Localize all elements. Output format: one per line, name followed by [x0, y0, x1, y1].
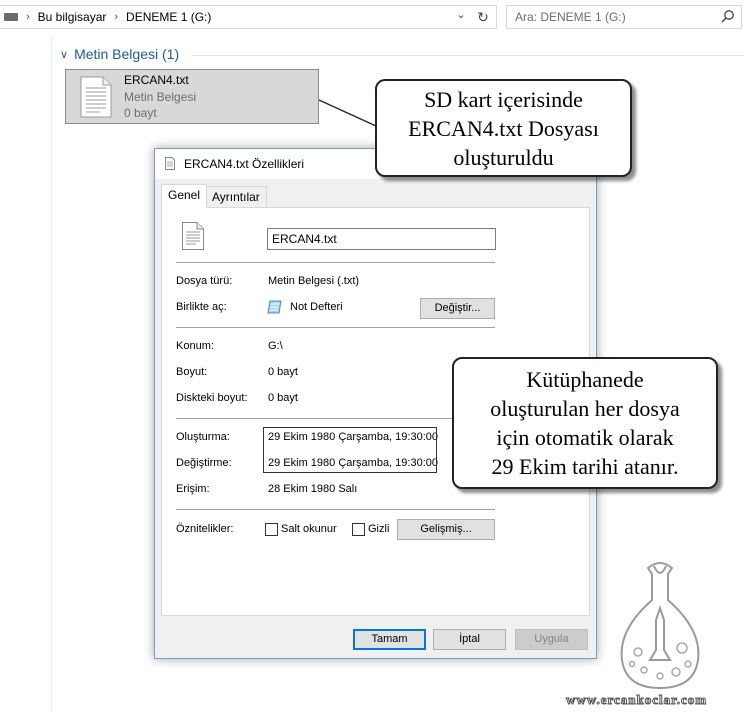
- cancel-button[interactable]: İptal: [433, 629, 506, 650]
- file-type: Metin Belgesi: [124, 90, 197, 104]
- callout-date-note: Kütüphanede oluşturulan her dosya için o…: [452, 357, 718, 489]
- breadcrumb-drive[interactable]: DENEME 1 (G:): [126, 10, 211, 24]
- attributes-label: Öznitelikler:: [176, 523, 234, 535]
- callout-line: oluşturulan her dosya: [490, 396, 680, 421]
- change-button[interactable]: Değiştir...: [420, 298, 495, 319]
- divider: [176, 418, 495, 419]
- accessed-value: 28 Ekim 1980 Salı: [268, 483, 358, 495]
- size-on-disk-value: 0 bayt: [268, 392, 298, 404]
- callout-line: ERCAN4.txt Dosyası: [408, 116, 599, 141]
- callout-line: SD kart içerisinde: [424, 87, 583, 112]
- address-bar[interactable]: › Bu bilgisayar › DENEME 1 (G:) ⌄ ↻: [0, 5, 497, 29]
- group-header[interactable]: ∨ Metin Belgesi (1): [60, 46, 179, 62]
- refresh-icon[interactable]: ↻: [474, 8, 492, 26]
- breadcrumb-this-pc[interactable]: Bu bilgisayar: [38, 10, 107, 24]
- size-value: 0 bayt: [268, 366, 298, 378]
- hidden-label: Gizli: [368, 523, 390, 535]
- size-on-disk-label: Diskteki boyut:: [176, 392, 248, 404]
- ok-button[interactable]: Tamam: [353, 629, 426, 650]
- opens-with-label: Birlikte aç:: [176, 301, 227, 313]
- location-value: G:\: [268, 340, 283, 352]
- file-name-field[interactable]: ERCAN4.txt: [267, 228, 496, 250]
- divider: [176, 327, 495, 328]
- size-label: Boyut:: [176, 366, 208, 378]
- callout-pointer: [318, 99, 377, 127]
- chevron-down-icon[interactable]: ∨: [60, 48, 68, 61]
- watermark-text: www.ercankoclar.com: [565, 692, 708, 708]
- divider: [176, 262, 495, 263]
- breadcrumb-separator-icon: ›: [26, 11, 30, 23]
- hidden-checkbox[interactable]: [352, 523, 365, 536]
- breadcrumb-separator-icon: ›: [114, 11, 119, 23]
- text-document-icon: [165, 157, 175, 170]
- modified-label: Değiştirme:: [176, 457, 232, 469]
- location-label: Konum:: [176, 340, 214, 352]
- file-size: 0 bayt: [124, 106, 157, 120]
- callout-file-created: SD kart içerisinde ERCAN4.txt Dosyası ol…: [375, 79, 632, 177]
- advanced-button[interactable]: Gelişmiş...: [397, 519, 495, 540]
- drive-icon: [4, 13, 18, 21]
- callout-line: Kütüphanede: [526, 367, 644, 392]
- tab-details[interactable]: Ayrıntılar: [205, 186, 267, 208]
- file-item[interactable]: ERCAN4.txt Metin Belgesi 0 bayt: [65, 69, 319, 124]
- opens-with-value: Not Defteri: [290, 301, 343, 313]
- file-type-value: Metin Belgesi (.txt): [268, 275, 360, 287]
- flask-logo-icon: [620, 562, 700, 690]
- accessed-label: Erişim:: [176, 483, 210, 495]
- notepad-icon: [267, 300, 282, 314]
- group-header-label: Metin Belgesi (1): [74, 46, 180, 62]
- divider: [176, 509, 495, 510]
- file-name: ERCAN4.txt: [124, 73, 189, 87]
- text-document-icon: [80, 76, 112, 118]
- dialog-title: ERCAN4.txt Özellikleri: [184, 157, 305, 171]
- apply-button[interactable]: Uygula: [515, 629, 588, 650]
- readonly-checkbox[interactable]: [265, 523, 278, 536]
- nav-pane-divider: [51, 36, 52, 713]
- callout-line: için otomatik olarak: [496, 425, 674, 450]
- search-icon: [721, 10, 734, 23]
- text-document-icon: [182, 222, 204, 250]
- callout-line: oluşturuldu: [453, 145, 554, 170]
- created-label: Oluşturma:: [176, 431, 230, 443]
- tab-general[interactable]: Genel: [161, 184, 208, 208]
- search-input[interactable]: Ara: DENEME 1 (G:): [515, 10, 626, 24]
- chevron-down-icon[interactable]: ⌄: [454, 8, 468, 26]
- callout-line: 29 Ekim tarihi atanır.: [491, 454, 679, 479]
- group-divider: [192, 55, 744, 56]
- file-type-label: Dosya türü:: [176, 275, 233, 287]
- search-box[interactable]: Ara: DENEME 1 (G:): [506, 5, 742, 29]
- date-highlight-box: [263, 427, 437, 473]
- readonly-label: Salt okunur: [281, 523, 337, 535]
